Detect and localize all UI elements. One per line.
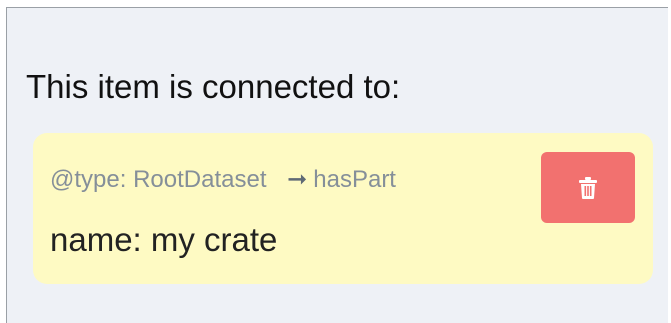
name-value: my crate bbox=[150, 221, 278, 258]
connection-card: @type: RootDataset ➞ hasPart name: my cra… bbox=[33, 133, 653, 284]
property-name: hasPart bbox=[313, 166, 396, 193]
connections-heading: This item is connected to: bbox=[26, 68, 401, 105]
connection-name: name: my crate bbox=[50, 221, 277, 259]
type-value: RootDataset bbox=[133, 166, 267, 193]
arrow-right-icon: ➞ bbox=[287, 166, 308, 193]
linked-items-panel: This item is connected to: @type: RootDa… bbox=[6, 7, 668, 323]
type-prefix: @type: bbox=[50, 166, 127, 193]
name-prefix: name: bbox=[50, 221, 142, 258]
delete-connection-button[interactable] bbox=[541, 152, 635, 223]
connection-meta: @type: RootDataset ➞ hasPart bbox=[50, 165, 396, 194]
trash-icon bbox=[579, 176, 597, 199]
